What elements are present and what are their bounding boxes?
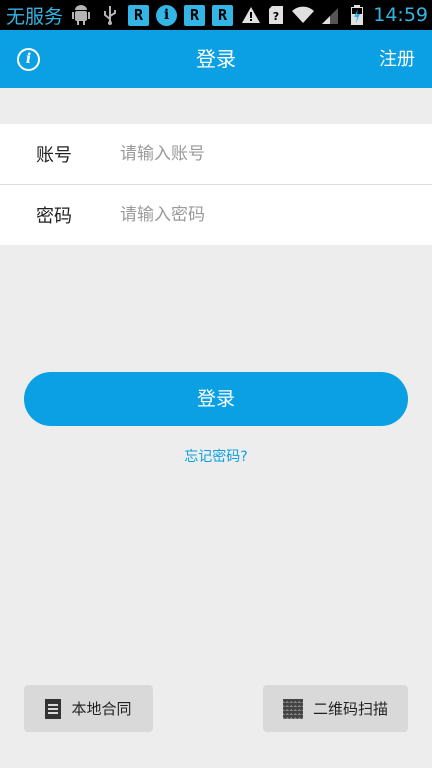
password-label: 密码 xyxy=(36,206,72,227)
sim-unknown-icon: ? xyxy=(265,4,287,26)
forgot-password-link[interactable]: 忘记密码? xyxy=(0,446,432,466)
clock: 14:59 xyxy=(373,4,428,26)
document-icon xyxy=(45,698,62,719)
svg-text:?: ? xyxy=(273,10,279,23)
qr-scan-button[interactable]: 二维码扫描 xyxy=(263,685,408,732)
carrier-label: 无服务 xyxy=(6,5,64,28)
qr-code-icon xyxy=(282,698,303,719)
info-icon[interactable]: i xyxy=(17,48,40,71)
r-app-icon: R xyxy=(184,4,206,26)
qr-scan-label: 二维码扫描 xyxy=(312,700,388,718)
info-notification-icon: i xyxy=(156,4,178,26)
password-row: 密码 xyxy=(0,184,432,245)
r-app-icon: R xyxy=(212,4,234,26)
account-input[interactable] xyxy=(120,134,432,174)
usb-icon xyxy=(99,4,121,26)
local-contract-button[interactable]: 本地合同 xyxy=(24,685,153,732)
warning-icon xyxy=(240,4,262,26)
status-bar: 无服务 R i R R ? 14:59 xyxy=(0,0,432,30)
app-bar: i 登录 注册 xyxy=(0,30,432,88)
account-label: 账号 xyxy=(36,145,72,166)
local-contract-label: 本地合同 xyxy=(71,700,132,718)
page-title: 登录 xyxy=(196,47,236,71)
password-input[interactable] xyxy=(120,195,432,235)
login-button[interactable]: 登录 xyxy=(24,372,408,426)
r-app-icon: R xyxy=(128,4,150,26)
android-debug-icon xyxy=(70,4,92,26)
account-row: 账号 xyxy=(0,124,432,184)
battery-charging-icon xyxy=(346,4,368,26)
wifi-icon xyxy=(292,4,315,26)
login-form: 账号 密码 xyxy=(0,124,432,245)
signal-icon xyxy=(319,4,341,26)
register-button[interactable]: 注册 xyxy=(379,30,415,88)
